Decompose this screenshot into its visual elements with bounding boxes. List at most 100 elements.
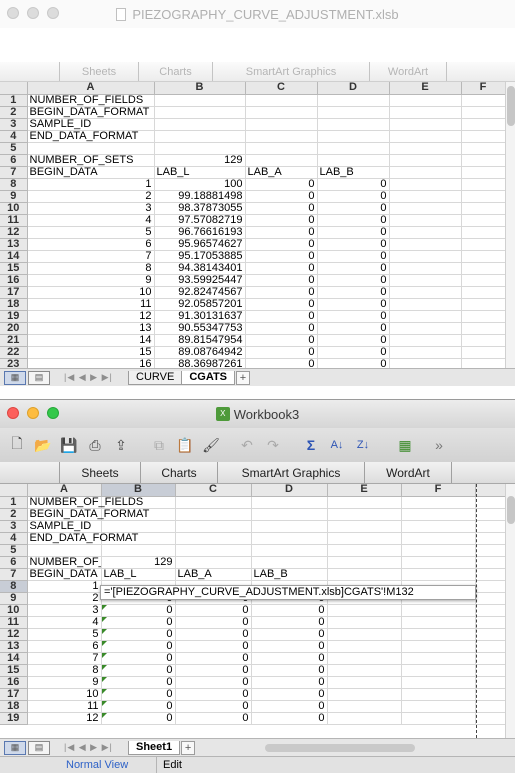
cell-empty[interactable]	[475, 520, 506, 533]
cell-empty[interactable]	[389, 274, 462, 287]
column-header[interactable]: E	[327, 484, 402, 497]
select-all-corner[interactable]	[0, 484, 28, 497]
cell-a[interactable]: NUMBER_OF_S	[27, 556, 102, 569]
scroll-thumb[interactable]	[507, 86, 515, 126]
cell-empty[interactable]	[401, 652, 476, 665]
cell-empty[interactable]	[389, 286, 462, 299]
cell-empty[interactable]	[389, 190, 462, 203]
cell-b[interactable]	[101, 520, 176, 533]
cell-b[interactable]: 97.57082719	[154, 214, 246, 227]
cell-b[interactable]	[154, 118, 246, 131]
cell-b[interactable]	[154, 94, 246, 107]
column-header[interactable]: D	[317, 82, 390, 95]
cell-c[interactable]: 0	[175, 640, 252, 653]
row-header[interactable]: 10	[0, 202, 28, 215]
cell-d[interactable]	[251, 532, 328, 545]
row-header[interactable]: 18	[0, 700, 28, 713]
cell-empty[interactable]	[461, 250, 506, 263]
cell-empty[interactable]	[401, 544, 476, 557]
cell-empty[interactable]	[401, 676, 476, 689]
autosum-icon[interactable]: Σ	[300, 434, 322, 456]
cell-d[interactable]: 0	[317, 322, 390, 335]
cell-d[interactable]: 0	[317, 286, 390, 299]
cell-d[interactable]: 0	[317, 310, 390, 323]
cell-empty[interactable]	[327, 544, 402, 557]
spreadsheet-grid[interactable]: A B C D E F 1 NUMBER_OF_FIELDS 2 BEGIN_DATA…	[0, 82, 506, 371]
cell-b[interactable]: LAB_L	[154, 166, 246, 179]
cell-c[interactable]: 0	[245, 178, 318, 191]
cell-empty[interactable]	[389, 298, 462, 311]
cell-d[interactable]: 0	[251, 616, 328, 629]
cell-empty[interactable]	[475, 640, 506, 653]
cell-empty[interactable]	[327, 532, 402, 545]
row-header[interactable]: 6	[0, 154, 28, 167]
row-header[interactable]: 10	[0, 604, 28, 617]
cell-empty[interactable]	[401, 616, 476, 629]
cell-d[interactable]	[251, 556, 328, 569]
cell-d[interactable]: 0	[317, 250, 390, 263]
cell-c[interactable]: LAB_A	[245, 166, 318, 179]
cell-c[interactable]: 0	[245, 298, 318, 311]
minimize-button[interactable]	[27, 7, 39, 19]
tab-sheets[interactable]: Sheets	[59, 62, 139, 81]
cell-c[interactable]	[245, 118, 318, 131]
cell-empty[interactable]	[327, 568, 402, 581]
cell-c[interactable]	[175, 544, 252, 557]
cell-a[interactable]: 14	[27, 334, 155, 347]
row-header[interactable]: 17	[0, 688, 28, 701]
cell-d[interactable]: 0	[251, 712, 328, 725]
normal-view-icon[interactable]: ▦	[4, 740, 26, 755]
cell-b[interactable]: 99.18881498	[154, 190, 246, 203]
cell-a[interactable]: BEGIN_DATA_FORMAT	[27, 106, 155, 119]
cell-c[interactable]: 0	[245, 346, 318, 359]
cell-d[interactable]: 0	[317, 178, 390, 191]
cell-empty[interactable]	[389, 214, 462, 227]
cell-b[interactable]: 95.17053885	[154, 250, 246, 263]
cell-empty[interactable]	[475, 592, 506, 605]
cell-a[interactable]: 5	[27, 628, 102, 641]
row-header[interactable]: 19	[0, 310, 28, 323]
cell-b[interactable]: 129	[154, 154, 246, 167]
row-header[interactable]: 7	[0, 166, 28, 179]
zoom-button[interactable]	[47, 407, 59, 419]
cell-b[interactable]: 0	[101, 604, 176, 617]
cell-b[interactable]: 89.81547954	[154, 334, 246, 347]
cell-d[interactable]: 0	[251, 640, 328, 653]
cell-empty[interactable]	[475, 628, 506, 641]
close-button[interactable]	[7, 7, 19, 19]
cell-empty[interactable]	[461, 334, 506, 347]
cell-b[interactable]: 91.30131637	[154, 310, 246, 323]
cell-d[interactable]	[317, 154, 390, 167]
row-header[interactable]: 9	[0, 592, 28, 605]
sort-descending-icon[interactable]: Z↓	[352, 434, 374, 456]
cell-a[interactable]: 7	[27, 652, 102, 665]
import-icon[interactable]: ⇪	[110, 434, 132, 456]
cell-a[interactable]: NUMBER_OF_FIELDS	[27, 94, 155, 107]
cell-empty[interactable]	[389, 250, 462, 263]
cell-b[interactable]	[101, 544, 176, 557]
cell-empty[interactable]	[327, 496, 402, 509]
cell-d[interactable]: 0	[251, 688, 328, 701]
cell-c[interactable]: 0	[245, 334, 318, 347]
cell-empty[interactable]	[461, 274, 506, 287]
row-header[interactable]: 5	[0, 544, 28, 557]
gallery-icon[interactable]: ▦	[394, 434, 416, 456]
cell-d[interactable]: 0	[317, 190, 390, 203]
cell-b[interactable]: 0	[101, 664, 176, 677]
redo-icon[interactable]: ↷	[262, 434, 284, 456]
cell-empty[interactable]	[401, 568, 476, 581]
cell-empty[interactable]	[389, 130, 462, 143]
tab-smartart[interactable]: SmartArt Graphics	[212, 62, 370, 81]
cell-d[interactable]	[251, 508, 328, 521]
cell-empty[interactable]	[461, 166, 506, 179]
cell-empty[interactable]	[475, 508, 506, 521]
cell-d[interactable]	[317, 94, 390, 107]
save-icon[interactable]: 💾	[58, 434, 80, 456]
cell-b[interactable]: 96.76616193	[154, 226, 246, 239]
cell-b[interactable]: 92.82474567	[154, 286, 246, 299]
cell-b[interactable]: 0	[101, 628, 176, 641]
cell-c[interactable]: 0	[245, 310, 318, 323]
cell-c[interactable]	[175, 508, 252, 521]
row-header[interactable]: 22	[0, 346, 28, 359]
cell-empty[interactable]	[475, 664, 506, 677]
